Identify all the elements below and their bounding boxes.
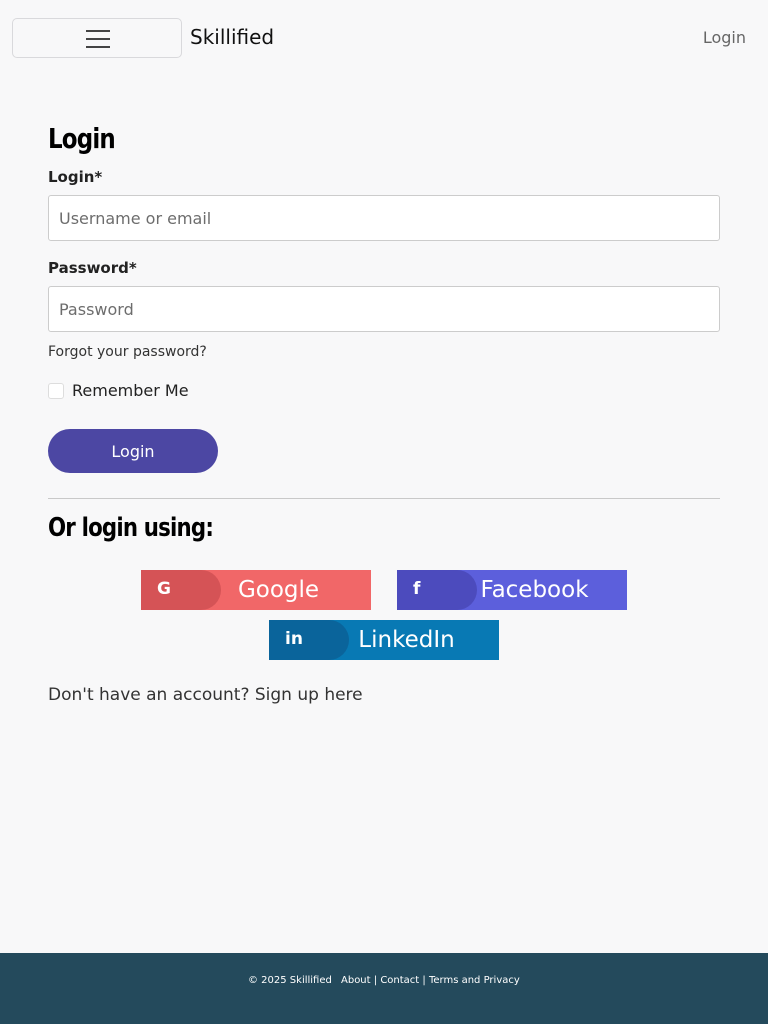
navbar: Skillified Login xyxy=(0,0,768,76)
footer-link-contact[interactable]: Contact xyxy=(380,975,419,986)
hamburger-icon xyxy=(86,29,110,49)
footer-links: About | Contact | Terms and Privacy xyxy=(341,975,520,986)
facebook-label: Facebook xyxy=(480,577,589,603)
facebook-login-button[interactable]: f Facebook xyxy=(397,570,627,610)
login-input[interactable] xyxy=(48,195,720,241)
google-label: Google xyxy=(237,577,320,603)
footer-separator: | xyxy=(370,975,381,986)
linkedin-login-button[interactable]: in LinkedIn xyxy=(269,620,499,660)
google-login-button[interactable]: G Google xyxy=(141,570,371,610)
footer-copyright: © 2025 Skillified xyxy=(248,975,332,986)
nav-login-link[interactable]: Login xyxy=(703,28,746,47)
footer-link-about[interactable]: About xyxy=(341,975,371,986)
footer: © 2025 Skillified About | Contact | Term… xyxy=(0,953,768,1024)
signup-link[interactable]: Sign up here xyxy=(255,685,363,705)
social-login-title: Or login using: xyxy=(48,513,214,543)
page-title: Login xyxy=(48,122,116,155)
brand-link[interactable]: Skillified xyxy=(190,25,274,49)
forgot-password-link[interactable]: Forgot your password? xyxy=(48,344,207,360)
footer-separator: | xyxy=(419,975,429,986)
remember-me-checkbox[interactable] xyxy=(48,383,64,399)
password-input[interactable] xyxy=(48,286,720,332)
password-label: Password* xyxy=(48,259,137,277)
signup-prompt: Don't have an account? Sign up here xyxy=(48,685,363,705)
linkedin-label: LinkedIn xyxy=(358,627,455,653)
footer-link-terms[interactable]: Terms and Privacy xyxy=(429,975,520,986)
login-button[interactable]: Login xyxy=(48,429,218,473)
divider xyxy=(48,498,720,499)
remember-me-label[interactable]: Remember Me xyxy=(72,381,189,400)
signup-prefix: Don't have an account? xyxy=(48,685,250,705)
login-label: Login* xyxy=(48,168,103,186)
menu-toggle-button[interactable] xyxy=(12,18,182,58)
